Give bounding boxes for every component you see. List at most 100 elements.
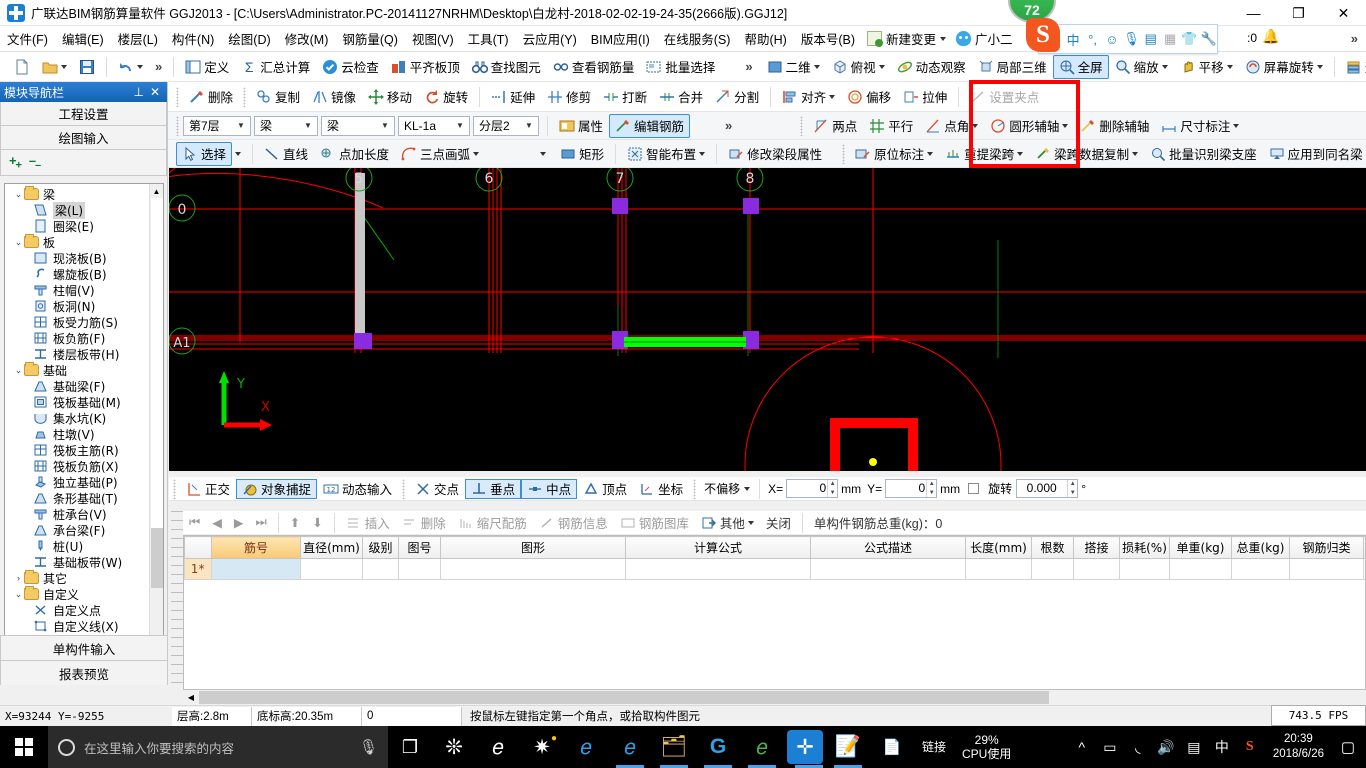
top-view-button[interactable]: 俯视 [826, 55, 891, 79]
cell-rebar-no[interactable] [211, 558, 301, 580]
chevron-down-icon[interactable] [1132, 151, 1139, 156]
ime-punct-icon[interactable]: °, [1084, 32, 1100, 47]
col-rebar-class[interactable]: 钢筋归类 [1289, 536, 1364, 559]
property-button[interactable]: 属性 [553, 114, 609, 138]
toolbar-mid-overflow[interactable]: » [721, 59, 760, 74]
ortho-toggle[interactable]: 正交 [180, 479, 236, 499]
clock[interactable]: 20:39 2018/6/26 [1265, 732, 1332, 762]
col-grade[interactable]: 级别 [362, 536, 399, 559]
rotate-spinner[interactable]: ▲ ▼ [1067, 480, 1077, 497]
rebar-table[interactable]: 筋号 直径(mm) 级别 图号 图形 计算公式 公式描述 长度(mm) 根数 搭… [183, 535, 1366, 690]
taskbar-app-spiral[interactable]: ✷ ● [520, 726, 564, 768]
cell-grade[interactable] [362, 558, 399, 580]
mirror-button[interactable]: 镜像 [306, 85, 362, 109]
cell-formula-desc[interactable] [810, 558, 966, 580]
snap-midpoint-toggle[interactable]: 中点 [521, 478, 578, 499]
flush-slab-top-button[interactable]: 平齐板顶 [385, 55, 466, 79]
remove-node-icon[interactable]: –– [29, 153, 41, 172]
chevron-down-icon[interactable] [540, 151, 547, 156]
axis-point-angle-button[interactable]: 点角 [919, 114, 984, 138]
chevron-down-icon[interactable] [1062, 123, 1069, 128]
menu-modify[interactable]: 修改(M) [278, 26, 336, 51]
line-tool-button[interactable]: 直线 [258, 142, 314, 166]
snap-intersection-toggle[interactable]: 交点 [409, 479, 465, 499]
axis-two-point-button[interactable]: 两点 [807, 114, 863, 138]
cell-shape[interactable] [440, 558, 626, 580]
taskbar-app-green-e[interactable]: 𝑒 [740, 726, 784, 768]
table-row[interactable]: 1* [184, 558, 1365, 580]
rotate-input[interactable]: 0.000 ▲ ▼ [1016, 479, 1079, 498]
chevron-down-icon[interactable] [1161, 64, 1168, 69]
move-down-button[interactable]: ⬇ [306, 513, 328, 533]
menu-online-service[interactable]: 在线服务(S) [657, 26, 738, 51]
tree-item-14[interactable]: 集水坑(K) [5, 410, 151, 426]
chevron-down-icon[interactable] [747, 520, 754, 525]
tree-item-7[interactable]: 板洞(N) [5, 298, 151, 314]
tree-item-21[interactable]: 承台梁(F) [5, 522, 151, 538]
tree-item-13[interactable]: 筏板基础(M) [5, 394, 151, 410]
scroll-thumb[interactable] [151, 198, 163, 528]
prev-record-button[interactable]: ◀ [206, 513, 228, 533]
toolbar3-overflow[interactable]: » [690, 118, 742, 133]
snap-coordinate-toggle[interactable]: 坐标 [633, 479, 689, 499]
insert-row-button[interactable]: 插入 [340, 513, 396, 533]
rebar-library-button[interactable]: 钢筋图库 [614, 513, 695, 533]
split-button[interactable]: 分割 [709, 85, 765, 109]
cell-length[interactable] [965, 558, 1032, 580]
select-floor-button[interactable]: 选择楼层 [1340, 55, 1366, 79]
tree-item-19[interactable]: 条形基础(T) [5, 490, 151, 506]
tree-item-8[interactable]: 板受力筋(S) [5, 314, 151, 330]
floor-combo[interactable]: 第7层 ▼ [183, 115, 251, 136]
maximize-button[interactable]: ❐ [1276, 0, 1321, 26]
tree-item-6[interactable]: 柱帽(V) [5, 282, 151, 298]
first-record-button[interactable]: ⏮ [183, 513, 206, 533]
rotate-checkbox[interactable] [968, 483, 980, 494]
chevron-down-icon[interactable] [699, 151, 706, 156]
chevron-down-icon[interactable]: ⌄ [13, 189, 24, 200]
y-spinner[interactable]: ▲ ▼ [926, 480, 936, 497]
chevron-down-icon[interactable]: ⌄ [13, 589, 24, 600]
taskbar-app-notepad[interactable]: 📝 [826, 726, 870, 768]
align-button[interactable]: 对齐 [776, 85, 841, 109]
new-change-button[interactable]: 新建变更 [862, 29, 951, 48]
rotate-button[interactable]: 旋转 [418, 85, 474, 109]
layer-combo[interactable]: 分层2 ▼ [473, 115, 539, 136]
component-tree[interactable]: ⌄ 梁梁(L) 圈梁(E) ⌄ 板现浇板(B) 螺旋板(B) 柱帽(V) 板洞(N) 板受力筋(… [4, 183, 164, 648]
ime-lang-icon[interactable]: 中 [1065, 30, 1081, 49]
action-center-icon[interactable]: ▢ [1334, 726, 1362, 768]
col-lap[interactable]: 搭接 [1073, 536, 1120, 559]
cell-formula[interactable] [625, 558, 811, 580]
tree-group-0[interactable]: ⌄ 梁 [5, 186, 151, 202]
chevron-down-icon[interactable] [137, 64, 143, 69]
last-record-button[interactable]: ⏭ [250, 513, 273, 533]
select-tool-button[interactable]: 选择 [176, 141, 233, 166]
tab-single-component-input[interactable]: 单构件输入 [0, 635, 168, 660]
menu-floor[interactable]: 楼层(L) [111, 26, 165, 51]
tree-item-22[interactable]: 桩(U) [5, 538, 151, 554]
tree-item-15[interactable]: 柱墩(V) [5, 426, 151, 442]
col-count[interactable]: 根数 [1031, 536, 1074, 559]
delete-button[interactable]: 删除 [183, 85, 239, 109]
type-combo[interactable]: 梁 ▼ [321, 115, 395, 136]
chevron-down-icon[interactable]: ▼ [522, 121, 536, 130]
col-formula[interactable]: 计算公式 [625, 536, 811, 559]
dynamic-observe-button[interactable]: 动态观察 [891, 55, 972, 79]
menubar-overflow[interactable]: » [1351, 31, 1366, 46]
tree-group-24[interactable]: › 其它 [5, 570, 151, 586]
view-rebar-qty-button[interactable]: 查看钢筋量 [547, 55, 641, 79]
offset-button[interactable]: 偏移 [841, 85, 897, 109]
search-box[interactable]: 在这里输入你要搜索的内容 🎙 [48, 726, 388, 768]
tree-item-16[interactable]: 筏板主筋(R) [5, 442, 151, 458]
menu-edit[interactable]: 编辑(E) [55, 26, 111, 51]
cell-total-weight[interactable] [1231, 558, 1290, 580]
save-file-button[interactable] [73, 55, 101, 79]
scroll-up-icon[interactable]: ▲ [150, 184, 163, 198]
cell-lap[interactable] [1073, 558, 1120, 580]
offset-mode-combo[interactable]: 不偏移 [700, 480, 754, 497]
tab-report-preview[interactable]: 报表预览 [0, 660, 168, 685]
trim-button[interactable]: 修剪 [541, 85, 597, 109]
tree-item-10[interactable]: 楼层板带(H) [5, 346, 151, 362]
close-editor-button[interactable]: 关闭 [760, 513, 797, 533]
close-icon[interactable]: ✕ [147, 85, 163, 99]
chevron-down-icon[interactable] [61, 64, 67, 69]
